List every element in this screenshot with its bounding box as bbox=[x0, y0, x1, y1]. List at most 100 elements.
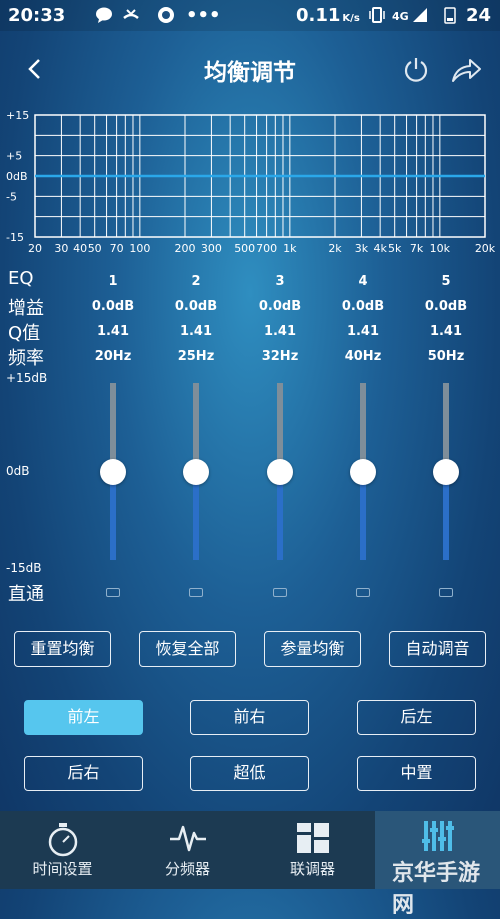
x-tick-label: 50 bbox=[88, 242, 102, 255]
x-tick-label: 300 bbox=[201, 242, 222, 255]
slider-fill[interactable] bbox=[360, 471, 366, 560]
x-tick-label: 30 bbox=[54, 242, 68, 255]
channel-subwoofer-button[interactable]: 超低 bbox=[190, 756, 309, 791]
parametric-eq-button[interactable]: 参量均衡 bbox=[264, 631, 361, 667]
band-q-value: 1.41 bbox=[346, 324, 380, 339]
signal-icon bbox=[413, 8, 427, 22]
nav-time-settings[interactable]: 时间设置 bbox=[0, 811, 125, 889]
status-bar: 20:33 ••• 0.11 K/s 4G 24 bbox=[0, 0, 500, 31]
auto-tune-button[interactable]: 自动调音 bbox=[389, 631, 486, 667]
slider-fill[interactable] bbox=[110, 471, 116, 560]
band-gain-value: 0.0dB bbox=[91, 299, 135, 314]
status-time: 20:33 bbox=[8, 5, 66, 26]
x-tick-label: 4k bbox=[373, 242, 387, 255]
band-number: 1 bbox=[108, 274, 118, 289]
battery-icon bbox=[444, 7, 456, 24]
watermark-text: 京华手游网 bbox=[392, 861, 481, 918]
y-tick-label: +15 bbox=[6, 109, 29, 122]
q-label: Q值 bbox=[8, 323, 41, 344]
equalizer-sliders-icon bbox=[422, 821, 454, 851]
nav-time-settings-label: 时间设置 bbox=[32, 860, 93, 878]
x-tick-label: 40 bbox=[73, 242, 87, 255]
band-gain-value: 0.0dB bbox=[341, 299, 385, 314]
y-tick-label: +5 bbox=[6, 150, 22, 163]
x-tick-label: 200 bbox=[175, 242, 196, 255]
vibrate-icon bbox=[369, 7, 385, 23]
channel-rear-right-button[interactable]: 后右 bbox=[24, 756, 143, 791]
bypass-label: 直通 bbox=[8, 584, 44, 605]
x-tick-label: 70 bbox=[110, 242, 124, 255]
app-notification-icon bbox=[158, 7, 174, 23]
channel-front-left-button[interactable]: 前左 bbox=[24, 700, 143, 735]
bypass-checkbox[interactable] bbox=[189, 588, 203, 597]
chat-icon bbox=[96, 7, 112, 23]
band-number: 5 bbox=[441, 274, 451, 289]
bypass-checkbox[interactable] bbox=[106, 588, 120, 597]
network-type: 4G bbox=[392, 10, 409, 23]
slider-fill[interactable] bbox=[443, 471, 449, 560]
band-gain-value: 0.0dB bbox=[424, 299, 468, 314]
band-gain-slider-handle[interactable] bbox=[433, 458, 459, 485]
x-tick-label: 500 bbox=[234, 242, 255, 255]
eq-response-chart: 20 30 40 50 70 100 200 300 500 700 1k 2k 3k 4k 5k 7k 10k… bbox=[6, 109, 496, 255]
battery-level: 24 bbox=[466, 5, 492, 26]
x-tick-label: 10k bbox=[430, 242, 451, 255]
nav-tuner-label: 联调器 bbox=[289, 860, 335, 878]
band-frequency-value: 50Hz bbox=[427, 349, 465, 364]
x-tick-label: 5k bbox=[388, 242, 402, 255]
x-tick-label: 100 bbox=[129, 242, 150, 255]
network-speed-unit: K/s bbox=[342, 13, 360, 24]
y-tick-label: 0dB bbox=[6, 170, 28, 183]
grid-layout-icon bbox=[297, 823, 329, 853]
band-q-value: 1.41 bbox=[263, 324, 297, 339]
x-tick-label: 1k bbox=[283, 242, 297, 255]
nav-crossover-label: 分频器 bbox=[164, 860, 210, 878]
x-tick-label: 20 bbox=[28, 242, 42, 255]
bypass-checkbox[interactable] bbox=[439, 588, 453, 597]
band-frequency-value: 20Hz bbox=[94, 349, 132, 364]
network-speed: 0.11 bbox=[296, 5, 341, 26]
bypass-checkbox[interactable] bbox=[273, 588, 287, 597]
slider-fill[interactable] bbox=[193, 471, 199, 560]
x-tick-label: 2k bbox=[328, 242, 342, 255]
band-gain-slider-handle[interactable] bbox=[267, 458, 293, 485]
band-number: 2 bbox=[191, 274, 201, 289]
band-q-value: 1.41 bbox=[429, 324, 463, 339]
x-tick-label: 7k bbox=[410, 242, 424, 255]
band-frequency-value: 25Hz bbox=[177, 349, 215, 364]
band-number: 3 bbox=[275, 274, 285, 289]
slider-scale-bottom: -15dB bbox=[6, 561, 42, 575]
restore-all-button[interactable]: 恢复全部 bbox=[139, 631, 236, 667]
waveform-icon bbox=[170, 825, 206, 852]
slider-scale-mid: 0dB bbox=[6, 464, 30, 478]
channel-center-button[interactable]: 中置 bbox=[357, 756, 476, 791]
band-q-value: 1.41 bbox=[96, 324, 130, 339]
power-icon[interactable] bbox=[402, 56, 430, 84]
missed-call-icon bbox=[123, 9, 139, 19]
band-gain-slider-handle[interactable] bbox=[183, 458, 209, 485]
nav-crossover[interactable]: 分频器 bbox=[125, 811, 250, 889]
nav-tuner[interactable]: 联调器 bbox=[250, 811, 375, 889]
band-gain-value: 0.0dB bbox=[258, 299, 302, 314]
band-number: 4 bbox=[358, 274, 368, 289]
x-tick-label: 700 bbox=[256, 242, 277, 255]
reset-eq-button[interactable]: 重置均衡 bbox=[14, 631, 111, 667]
y-tick-label: -15 bbox=[6, 231, 24, 244]
eq-label: EQ bbox=[8, 268, 34, 289]
channel-rear-left-button[interactable]: 后左 bbox=[357, 700, 476, 735]
slider-scale-top: +15dB bbox=[6, 371, 48, 385]
stopwatch-icon bbox=[48, 823, 78, 857]
band-q-value: 1.41 bbox=[179, 324, 213, 339]
y-tick-label: -5 bbox=[6, 190, 17, 203]
slider-fill[interactable] bbox=[277, 471, 283, 560]
share-icon[interactable] bbox=[450, 56, 482, 84]
x-tick-label: 20k bbox=[475, 242, 496, 255]
channel-front-right-button[interactable]: 前右 bbox=[190, 700, 309, 735]
band-gain-slider-handle[interactable] bbox=[350, 458, 376, 485]
freq-label: 频率 bbox=[8, 348, 44, 369]
x-tick-label: 3k bbox=[355, 242, 369, 255]
bypass-checkbox[interactable] bbox=[356, 588, 370, 597]
gain-label: 增益 bbox=[8, 298, 44, 319]
more-notifications: ••• bbox=[186, 5, 221, 26]
band-gain-slider-handle[interactable] bbox=[100, 458, 126, 485]
